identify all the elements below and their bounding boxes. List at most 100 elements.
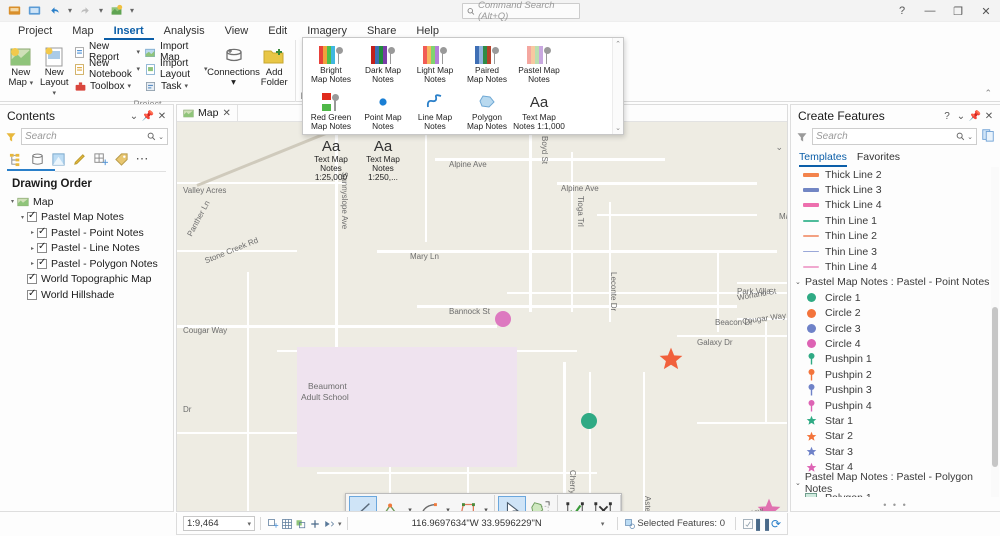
template-item-thin-line-1[interactable]: Thin Line 1: [791, 213, 1000, 228]
template-item-pushpin-4[interactable]: Pushpin 4: [791, 398, 1000, 413]
create-features-scrollbar[interactable]: [991, 167, 999, 497]
new-notebook-caret[interactable]: ▾: [136, 65, 140, 73]
template-item-star-3[interactable]: Star 3: [791, 444, 1000, 459]
gallery-item-point-map-notes[interactable]: Point Map Notes: [357, 88, 409, 135]
gallery-item-text-map-notes-25000[interactable]: Aa Text Map Notes 1:25,000: [305, 135, 357, 182]
manage-templates-icon[interactable]: [981, 128, 995, 145]
list-by-labeling-icon[interactable]: [113, 151, 129, 167]
tab-edit[interactable]: Edit: [258, 23, 297, 40]
gallery-item-red-green-map-notes[interactable]: Red Green Map Notes: [305, 88, 357, 135]
expand-triangle[interactable]: ▸: [28, 260, 37, 267]
arc-tool-caret[interactable]: ▾: [443, 506, 453, 512]
new-report-caret[interactable]: ▾: [136, 48, 140, 56]
tree-item-pastel-line-notes[interactable]: ▸ Pastel - Line Notes: [4, 241, 173, 257]
map-collapse-chevron-icon[interactable]: ⌄: [775, 142, 783, 153]
template-item-circle-3[interactable]: Circle 3: [791, 321, 1000, 336]
gallery-scroll-down-icon[interactable]: ⌄: [615, 124, 621, 132]
template-item-star-1[interactable]: Star 1: [791, 413, 1000, 428]
gallery-item-light-map-notes[interactable]: Light Map Notes: [409, 41, 461, 88]
redo-dropdown-caret[interactable]: ▾: [97, 6, 105, 15]
tree-item-world-hillshade[interactable]: World Hillshade: [4, 287, 173, 303]
contents-search-dropdown-caret[interactable]: ⌄: [158, 133, 164, 141]
template-item-pushpin-1[interactable]: Pushpin 1: [791, 352, 1000, 367]
map-tab[interactable]: Map ✕: [177, 105, 238, 121]
gallery-scrollbar[interactable]: ⌃ ⌄: [612, 38, 623, 134]
connections-caret[interactable]: ▾: [231, 78, 236, 88]
selection-chip-icon[interactable]: [294, 517, 308, 531]
gallery-item-bright-map-notes[interactable]: Bright Map Notes: [305, 41, 357, 88]
save-icon[interactable]: [6, 2, 23, 19]
tab-favorites[interactable]: Favorites: [857, 151, 900, 167]
gallery-item-paired-map-notes[interactable]: Paired Map Notes: [461, 41, 513, 88]
task-caret[interactable]: ▾: [185, 82, 189, 90]
snapping-icon[interactable]: [266, 517, 280, 531]
layer-checkbox[interactable]: [27, 210, 37, 223]
template-item-thin-line-2[interactable]: Thin Line 2: [791, 229, 1000, 244]
new-map-quick-icon[interactable]: [108, 2, 125, 19]
right-angle-tool[interactable]: [453, 496, 481, 511]
template-item-thin-line-3[interactable]: Thin Line 3: [791, 244, 1000, 259]
expand-triangle[interactable]: ▾: [18, 214, 27, 221]
create-features-resize-handle[interactable]: • • •: [791, 500, 1000, 510]
map-tab-close-icon[interactable]: ✕: [222, 108, 230, 119]
open-project-icon[interactable]: [26, 2, 43, 19]
map-marker-circle-pink[interactable]: [495, 311, 511, 327]
expand-triangle[interactable]: ▸: [28, 245, 37, 252]
cancel-sketch-button[interactable]: [589, 496, 617, 511]
scale-dropdown-caret[interactable]: ▾: [247, 520, 251, 528]
list-by-snapping-icon[interactable]: [92, 151, 108, 167]
create-features-pin-icon[interactable]: 📌: [968, 108, 982, 124]
layer-checkbox[interactable]: [27, 272, 37, 285]
finish-sketch-button[interactable]: [561, 496, 589, 511]
gallery-item-text-map-notes-250000[interactable]: Aa Text Map Notes 1:250,...: [357, 135, 409, 182]
tree-item-map[interactable]: ▾ Map: [4, 194, 173, 210]
tree-item-pastel-point-notes[interactable]: ▸ Pastel - Point Notes: [4, 225, 173, 241]
command-search-input[interactable]: Command Search (Alt+Q): [462, 0, 580, 22]
tree-item-pastel-polygon-notes[interactable]: ▸ Pastel - Polygon Notes: [4, 256, 173, 272]
tab-templates[interactable]: Templates: [799, 151, 847, 167]
help-button[interactable]: ?: [888, 0, 916, 22]
template-group-point-notes[interactable]: ⌄ Pastel Map Notes : Pastel - Point Note…: [791, 275, 1000, 290]
tab-map[interactable]: Map: [62, 23, 103, 40]
pause-drawing-button[interactable]: ❚❚: [753, 517, 772, 531]
layer-checkbox[interactable]: [37, 257, 47, 269]
rectangle-tool-caret[interactable]: ▾: [481, 506, 491, 512]
template-item-thick-line-4[interactable]: Thick Line 4: [791, 198, 1000, 213]
expand-triangle[interactable]: ▾: [8, 198, 17, 205]
filter-funnel-icon[interactable]: [5, 131, 17, 143]
toolbox-button[interactable]: Toolbox ▾: [71, 78, 142, 94]
layer-checkbox[interactable]: [27, 288, 37, 300]
measure-icon[interactable]: [322, 517, 336, 531]
contents-search-input[interactable]: Search ⌄: [21, 128, 168, 145]
list-by-drawing-order-icon[interactable]: [8, 151, 24, 167]
map-marker-star-orange[interactable]: [658, 346, 684, 372]
template-item-thin-line-4[interactable]: Thin Line 4: [791, 259, 1000, 274]
add-point-icon[interactable]: [308, 517, 322, 531]
minimize-button[interactable]: —: [916, 0, 944, 22]
create-features-close-icon[interactable]: ✕: [982, 108, 996, 124]
create-features-menu-chevron-down-icon[interactable]: ⌄: [954, 108, 968, 124]
list-by-selection-icon[interactable]: [50, 151, 66, 167]
connections-button[interactable]: Connections ▾: [207, 42, 260, 88]
restore-button[interactable]: ❐: [944, 0, 972, 22]
new-notebook-button[interactable]: New Notebook ▾: [71, 58, 142, 80]
undo-icon[interactable]: [46, 2, 63, 19]
coordinates-caret[interactable]: ▾: [601, 520, 605, 528]
create-features-search-caret[interactable]: ⌄: [967, 133, 973, 141]
template-item-pushpin-3[interactable]: Pushpin 3: [791, 382, 1000, 397]
contents-pin-icon[interactable]: 📌: [141, 108, 155, 124]
close-button[interactable]: ✕: [972, 0, 1000, 22]
contents-menu-chevron-down-icon[interactable]: ⌄: [127, 108, 141, 124]
list-by-editing-icon[interactable]: [71, 151, 87, 167]
tab-view[interactable]: View: [215, 23, 259, 40]
tree-item-world-topographic-map[interactable]: World Topographic Map: [4, 272, 173, 288]
line-tool[interactable]: [349, 496, 377, 511]
grid-icon[interactable]: [280, 517, 294, 531]
template-item-pushpin-2[interactable]: Pushpin 2: [791, 367, 1000, 382]
gallery-item-polygon-map-notes[interactable]: Polygon Map Notes: [461, 88, 513, 135]
tree-item-pastel-map-notes[interactable]: ▾ Pastel Map Notes: [4, 210, 173, 226]
polyline-vertex-tool[interactable]: [377, 496, 405, 511]
template-item-star-2[interactable]: Star 2: [791, 429, 1000, 444]
scrollbar-thumb[interactable]: [992, 307, 998, 467]
trace-polygon-tool[interactable]: [526, 496, 554, 511]
